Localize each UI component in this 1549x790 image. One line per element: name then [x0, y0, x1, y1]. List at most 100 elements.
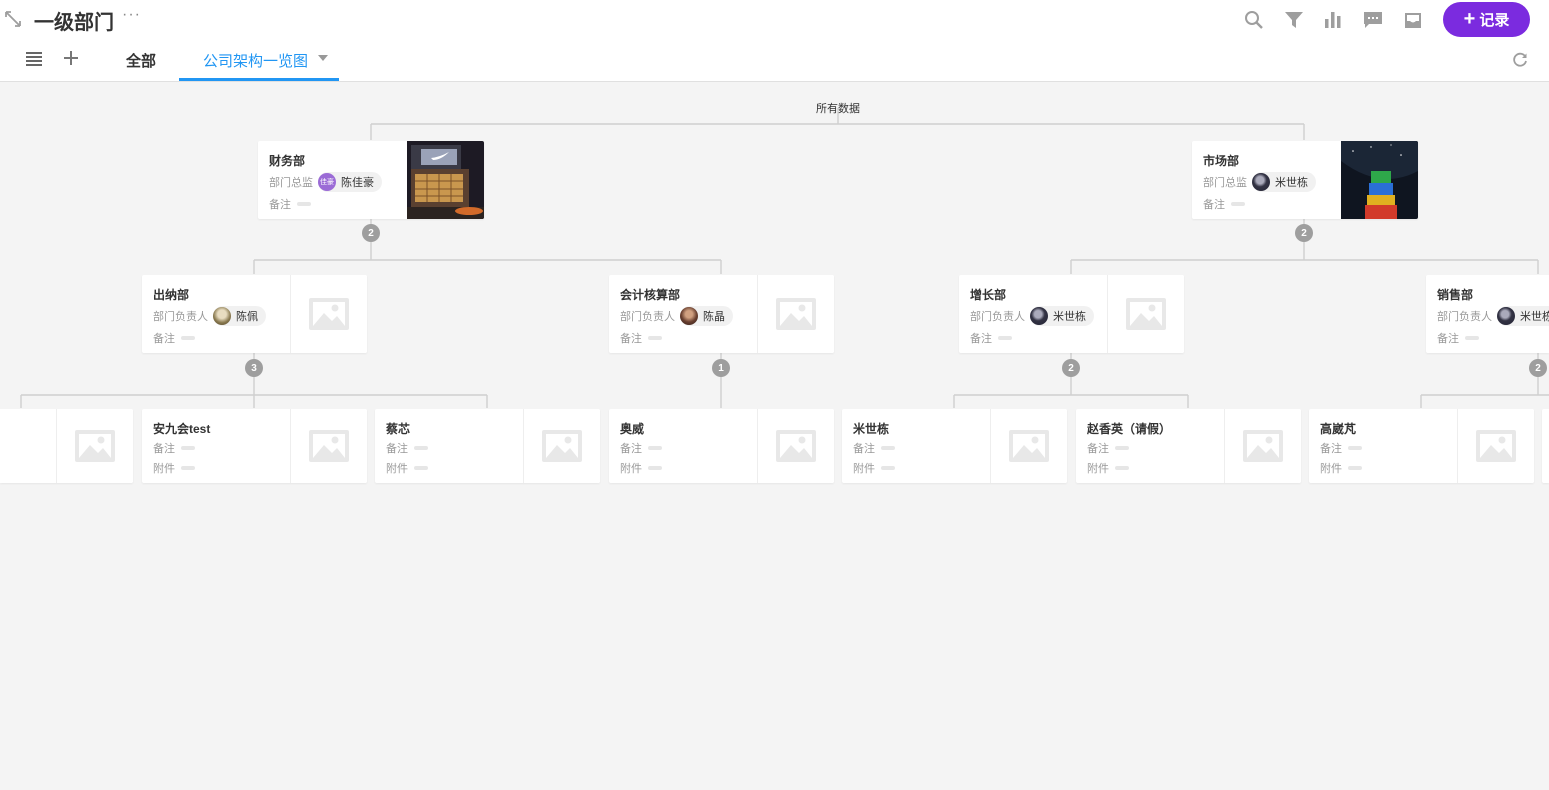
add-record-button[interactable]: + 记录 [1443, 2, 1530, 37]
org-chart-canvas[interactable]: 所有数据 财务部 部门总监 佳豪 陈佳豪 备注 市场部 部门总监 米世栋 备注 … [0, 83, 1549, 790]
avatar [1497, 307, 1515, 325]
add-record-label: 记录 [1479, 12, 1510, 29]
tab-org-chart[interactable]: 公司架构一览图 [203, 50, 308, 71]
children-count-badge[interactable]: 2 [1062, 359, 1080, 377]
department-card[interactable]: 会计核算部 部门负责人 陈晶 备注 [609, 275, 834, 353]
empty-value [181, 466, 195, 470]
role-label: 部门负责人 [1437, 311, 1492, 323]
note-label: 备注 [1087, 443, 1109, 455]
attachment-label: 附件 [153, 463, 175, 475]
member-name: 赵香英（请假） [1087, 422, 1172, 436]
member-name: 米世栋 [853, 422, 890, 436]
member-name: 陈佳豪 [341, 177, 374, 189]
note-label: 备注 [386, 443, 408, 455]
refresh-icon[interactable] [1511, 51, 1529, 69]
empty-value [881, 446, 895, 450]
empty-value [1231, 202, 1245, 206]
member-card[interactable]: 高崴芃 备注 附件 [1309, 409, 1534, 483]
department-name: 市场部 [1203, 154, 1240, 168]
member-card[interactable]: 安九会test 备注 附件 [142, 409, 367, 483]
children-count-badge[interactable]: 1 [712, 359, 730, 377]
member-chip[interactable]: 陈佩 [213, 306, 266, 326]
attachment-label: 附件 [386, 463, 408, 475]
empty-value [648, 446, 662, 450]
empty-value [1115, 446, 1129, 450]
bar-chart-icon[interactable] [1322, 9, 1344, 31]
plus-icon: + [1463, 7, 1476, 30]
list-icon[interactable] [24, 50, 44, 68]
image-placeholder-icon [523, 409, 600, 483]
empty-value [181, 446, 195, 450]
inbox-icon[interactable] [1402, 9, 1424, 31]
member-name: 高崴芃 [1320, 422, 1357, 436]
empty-value [1115, 466, 1129, 470]
note-label: 备注 [853, 443, 875, 455]
image-placeholder-icon [1457, 409, 1534, 483]
comment-icon[interactable] [1362, 9, 1384, 31]
filter-icon[interactable] [1283, 9, 1305, 31]
search-icon[interactable] [1243, 9, 1265, 31]
member-card[interactable] [1542, 409, 1549, 483]
org-root-label: 所有数据 [816, 103, 860, 115]
children-count-badge[interactable]: 2 [1295, 224, 1313, 242]
department-name: 会计核算部 [620, 288, 681, 302]
image-placeholder-icon [290, 275, 367, 353]
page-title: 一级部门 [34, 12, 114, 34]
caret-down-icon[interactable] [318, 55, 328, 61]
department-card[interactable]: 市场部 部门总监 米世栋 备注 [1192, 141, 1418, 219]
member-chip[interactable]: 米世栋 [1497, 306, 1549, 326]
member-name: 陈佩 [236, 311, 258, 323]
member-card[interactable]: 赵香英（请假） 备注 附件 [1076, 409, 1301, 483]
empty-value [181, 336, 195, 340]
empty-value [1465, 336, 1479, 340]
member-name: 蔡芯 [386, 422, 411, 436]
active-tab-indicator [179, 78, 339, 81]
member-card[interactable]: 米世栋 备注 附件 [842, 409, 1067, 483]
member-chip[interactable]: 米世栋 [1252, 172, 1316, 192]
role-label: 部门负责人 [620, 311, 675, 323]
member-card[interactable]: 奥威 备注 附件 [609, 409, 834, 483]
tab-all[interactable]: 全部 [126, 50, 156, 71]
department-name: 出纳部 [153, 288, 190, 302]
member-card[interactable]: 蔡芯 备注 附件 [375, 409, 600, 483]
department-name: 增长部 [970, 288, 1007, 302]
note-label: 备注 [970, 333, 992, 345]
role-label: 部门总监 [1203, 177, 1247, 189]
expand-icon[interactable] [4, 10, 22, 28]
department-photo [407, 141, 484, 219]
empty-value [414, 466, 428, 470]
note-label: 备注 [153, 333, 175, 345]
add-view-icon[interactable] [62, 48, 80, 68]
children-count-badge[interactable]: 3 [245, 359, 263, 377]
note-label: 备注 [1437, 333, 1459, 345]
department-card[interactable]: 财务部 部门总监 佳豪 陈佳豪 备注 [258, 141, 484, 219]
department-name: 财务部 [269, 154, 306, 168]
children-count-badge[interactable]: 2 [362, 224, 380, 242]
note-label: 备注 [1320, 443, 1342, 455]
empty-value [648, 336, 662, 340]
member-card[interactable] [0, 409, 133, 483]
member-name: 奥威 [620, 422, 645, 436]
image-placeholder-icon [1224, 409, 1301, 483]
children-count-badge[interactable]: 2 [1529, 359, 1547, 377]
member-name: 安九会test [153, 422, 211, 436]
note-label: 备注 [269, 199, 291, 211]
department-name: 销售部 [1437, 288, 1474, 302]
member-name: 陈晶 [703, 311, 725, 323]
note-label: 备注 [620, 333, 642, 345]
department-card[interactable]: 出纳部 部门负责人 陈佩 备注 [142, 275, 367, 353]
avatar [213, 307, 231, 325]
image-placeholder-icon [1107, 275, 1184, 353]
member-name: 米世栋 [1520, 311, 1549, 323]
member-chip[interactable]: 佳豪 陈佳豪 [318, 172, 382, 192]
avatar: 佳豪 [318, 173, 336, 191]
image-placeholder-icon [56, 409, 133, 483]
image-placeholder-icon [757, 409, 834, 483]
department-card[interactable]: 增长部 部门负责人 米世栋 备注 [959, 275, 1184, 353]
member-chip[interactable]: 陈晶 [680, 306, 733, 326]
more-icon[interactable]: ··· [122, 6, 141, 24]
department-card[interactable]: 销售部 部门负责人 米世栋 备注 [1426, 275, 1549, 353]
empty-value [297, 202, 311, 206]
member-chip[interactable]: 米世栋 [1030, 306, 1094, 326]
attachment-label: 附件 [1320, 463, 1342, 475]
